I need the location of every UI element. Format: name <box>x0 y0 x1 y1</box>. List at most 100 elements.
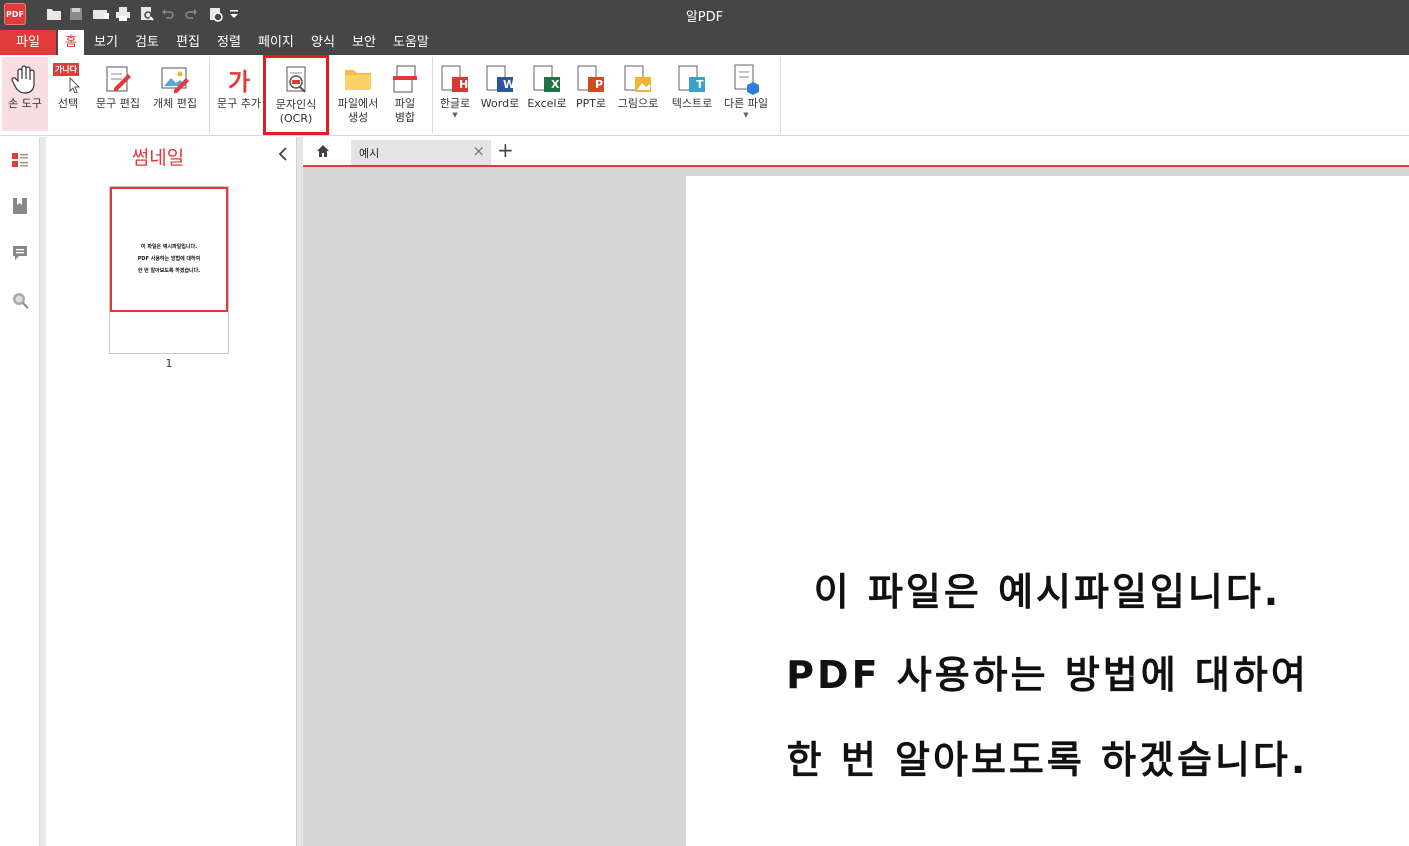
menu-bar: 파일 홈 보기 검토 편집 정렬 페이지 양식 보안 도움말 <box>0 30 1409 55</box>
ribbon-separator <box>432 57 433 133</box>
merge-sub-label: 병합 <box>394 111 416 124</box>
excel-badge: X <box>551 78 560 91</box>
chevron-down-icon: ▼ <box>743 111 749 119</box>
document-tab-bar: 예시 × + <box>303 137 1409 167</box>
home-icon[interactable] <box>315 143 333 159</box>
convert-to-ppt-button[interactable]: P PPT로 <box>572 57 610 131</box>
collapse-panel-icon[interactable] <box>276 145 292 163</box>
thumbnail-line: 이 파일은 예시파일입니다. <box>141 244 197 250</box>
to-hwp-label: 한글로 <box>439 97 471 110</box>
menu-page[interactable]: 페이지 <box>252 30 300 55</box>
select-icon: 가나다 <box>51 61 85 97</box>
window-title: 알PDF <box>685 10 724 25</box>
comment-icon[interactable] <box>11 244 29 262</box>
chevron-down-icon: ▼ <box>452 111 458 119</box>
select-label: 선택 <box>57 97 79 110</box>
word-file-icon: W <box>483 61 517 97</box>
ribbon-toolbar: 손 도구 가나다 선택 문구 편집 개체 편집 가 문구 추가 문자인식 (OC… <box>0 55 1409 136</box>
to-excel-label: Excel로 <box>527 97 567 110</box>
document-tab[interactable]: 예시 × <box>351 140 491 165</box>
add-tab-button[interactable]: + <box>497 139 514 161</box>
document-tab-label: 예시 <box>359 147 380 160</box>
add-text-icon: 가 <box>222 61 256 97</box>
menu-arrange[interactable]: 정렬 <box>211 30 247 55</box>
convert-to-hwp-button[interactable]: H 한글로 ▼ <box>436 57 474 131</box>
text-file-icon: T <box>675 61 709 97</box>
create-sub-label: 생성 <box>347 111 369 124</box>
close-icon[interactable]: × <box>472 142 485 160</box>
merge-icon <box>388 61 422 97</box>
hand-icon <box>8 61 42 97</box>
create-label: 파일에서 <box>337 97 379 110</box>
word-badge: W <box>503 78 516 91</box>
to-image-label: 그림으로 <box>617 97 659 110</box>
image-file-icon <box>621 61 655 97</box>
merge-files-button[interactable]: 파일 병합 <box>386 57 424 131</box>
menu-security[interactable]: 보안 <box>346 30 382 55</box>
pdf-page: 이 파일은 예시파일입니다. PDF 사용하는 방법에 대하여 한 번 알아보도… <box>686 176 1409 846</box>
ppt-badge: P <box>595 78 604 91</box>
to-word-label: Word로 <box>480 97 520 110</box>
other-file-label: 다른 파일 <box>724 97 768 110</box>
ocr-icon <box>279 62 313 98</box>
select-badge: 가나다 <box>53 63 80 76</box>
edit-text-button[interactable]: 문구 편집 <box>92 57 144 131</box>
document-viewer[interactable]: 이 파일은 예시파일입니다. PDF 사용하는 방법에 대하여 한 번 알아보도… <box>303 167 1409 846</box>
other-file-icon <box>729 61 763 97</box>
bookmark-icon[interactable] <box>11 197 29 215</box>
menu-edit[interactable]: 편집 <box>170 30 206 55</box>
convert-to-word-button[interactable]: W Word로 <box>478 57 522 131</box>
ocr-button[interactable]: 문자인식 (OCR) <box>263 55 329 135</box>
edit-object-button[interactable]: 개체 편집 <box>148 57 202 131</box>
convert-to-image-button[interactable]: 그림으로 <box>614 57 662 131</box>
thumbnail-line: PDF 사용하는 방법에 대하여 <box>137 256 201 262</box>
hand-tool-button[interactable]: 손 도구 <box>2 57 48 131</box>
menu-file[interactable]: 파일 <box>0 30 56 55</box>
hwp-file-icon: H <box>438 61 472 97</box>
page-thumbnail[interactable]: 이 파일은 예시파일입니다. PDF 사용하는 방법에 대하여 한 번 알아보도… <box>109 186 229 354</box>
thumbnails-icon[interactable] <box>11 151 29 169</box>
panel-splitter[interactable] <box>296 137 303 846</box>
text-badge: T <box>696 78 704 91</box>
edit-text-label: 문구 편집 <box>96 97 140 110</box>
convert-to-text-button[interactable]: T 텍스트로 <box>666 57 718 131</box>
edit-object-label: 개체 편집 <box>153 97 197 110</box>
excel-file-icon: X <box>530 61 564 97</box>
hwp-badge: H <box>459 78 469 91</box>
menu-home[interactable]: 홈 <box>58 30 84 55</box>
ppt-file-icon: P <box>574 61 608 97</box>
side-icon-strip <box>0 137 40 846</box>
menu-view[interactable]: 보기 <box>88 30 124 55</box>
thumbnail-panel-title: 썸네일 <box>131 147 185 169</box>
merge-label: 파일 <box>394 97 416 110</box>
create-from-file-button[interactable]: 파일에서 생성 <box>333 57 383 131</box>
convert-to-excel-button[interactable]: X Excel로 <box>526 57 568 131</box>
menu-form[interactable]: 양식 <box>305 30 341 55</box>
document-text-line: 한 번 알아보도록 하겠습니다. <box>786 738 1309 782</box>
thumbnail-page-number: 1 <box>165 357 173 370</box>
add-text-glyph: 가 <box>227 67 251 96</box>
edit-object-icon <box>158 61 192 97</box>
menu-review[interactable]: 검토 <box>129 30 165 55</box>
add-text-label: 문구 추가 <box>217 97 261 110</box>
document-text-line: 이 파일은 예시파일입니다. <box>813 570 1282 614</box>
edit-text-icon <box>101 61 135 97</box>
menu-help[interactable]: 도움말 <box>387 30 435 55</box>
ribbon-separator <box>209 57 210 133</box>
add-text-button[interactable]: 가 문구 추가 <box>213 57 265 131</box>
select-button[interactable]: 가나다 선택 <box>50 57 86 131</box>
folder-icon <box>341 61 375 97</box>
title-bar: PDF 알PDF <box>0 0 1409 30</box>
other-file-button[interactable]: 다른 파일 ▼ <box>720 57 772 131</box>
ocr-sub-label: (OCR) <box>279 112 313 125</box>
search-icon[interactable] <box>11 291 29 309</box>
thumbnail-line: 한 번 알아보도록 하겠습니다. <box>137 268 201 274</box>
ribbon-separator <box>780 57 781 133</box>
ocr-label: 문자인식 <box>275 98 317 111</box>
thumbnail-panel: 썸네일 이 파일은 예시파일입니다. PDF 사용하는 방법에 대하여 한 번 … <box>46 137 296 846</box>
thumbnail-preview-text: 이 파일은 예시파일입니다. PDF 사용하는 방법에 대하여 한 번 알아보도… <box>110 241 228 277</box>
to-text-label: 텍스트로 <box>671 97 713 110</box>
to-ppt-label: PPT로 <box>575 97 607 110</box>
document-text-line: PDF 사용하는 방법에 대하여 <box>786 653 1309 697</box>
hand-tool-label: 손 도구 <box>8 97 42 110</box>
